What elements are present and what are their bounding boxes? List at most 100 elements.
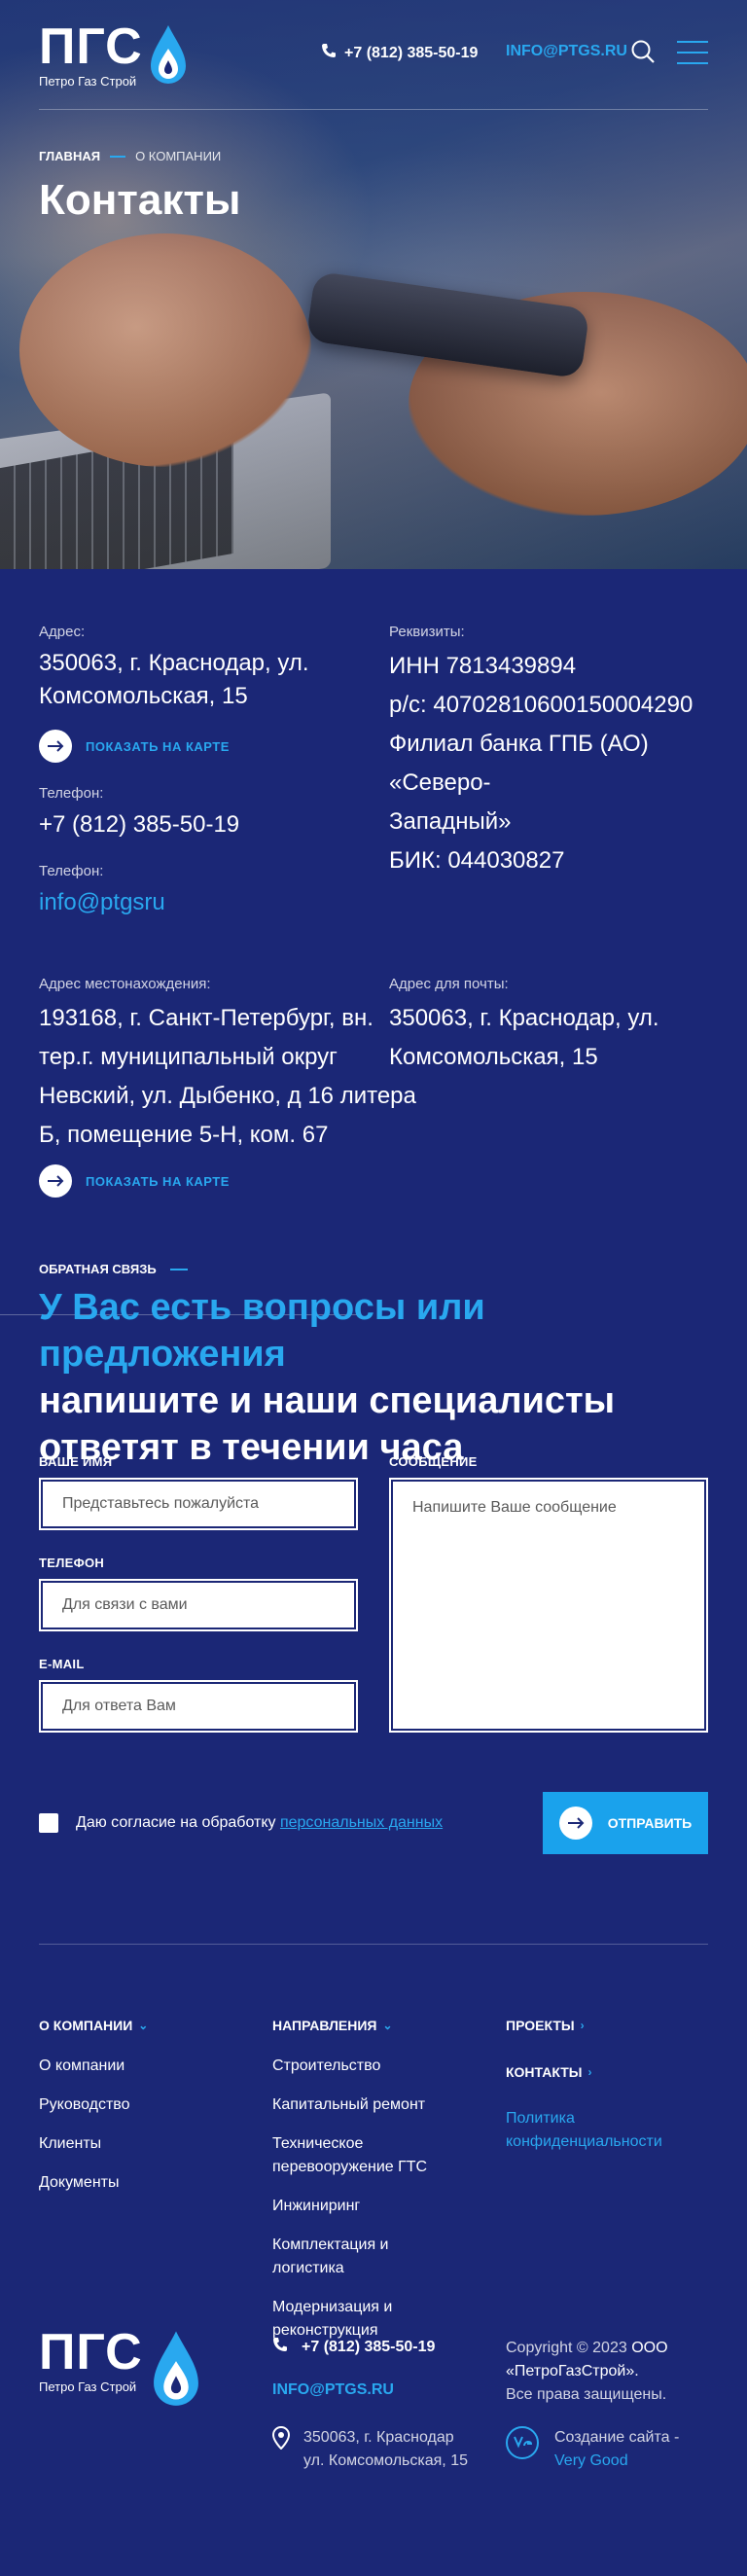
- consent-label: Даю согласие на обработку: [76, 1814, 276, 1831]
- requisites-line: Западный»: [389, 808, 512, 835]
- footer-heading-label: КОНТАКТЫ: [506, 2064, 583, 2080]
- email-input[interactable]: Для ответа Вам: [39, 1680, 358, 1733]
- email-label: E-MAIL: [39, 1657, 85, 1671]
- requisites-line: ИНН 7813439894: [389, 653, 577, 679]
- form-title: У Вас есть вопросы или предложения напиш…: [39, 1284, 700, 1471]
- search-icon[interactable]: [630, 39, 656, 69]
- footer-logo[interactable]: ПГС Петро Газ Строй: [39, 2327, 203, 2415]
- gas-flame-icon: [149, 2329, 203, 2415]
- contact-email[interactable]: info@ptgsru: [39, 886, 165, 919]
- footer-link[interactable]: Документы: [39, 2171, 119, 2195]
- footer-heading-company[interactable]: О КОМПАНИИ ⌄: [39, 2018, 148, 2033]
- footer-heading-label: ПРОЕКТЫ: [506, 2018, 575, 2033]
- requisites-line: р/с: 40702810600150004290: [389, 692, 694, 718]
- name-input[interactable]: Представьтесь пожалуйста: [39, 1478, 358, 1530]
- address-line: Комсомольская, 15: [39, 683, 248, 709]
- breadcrumb: ГЛАВНАЯ О КОМПАНИИ: [39, 149, 221, 163]
- footer-heading-directions[interactable]: НАПРАВЛЕНИЯ ⌄: [272, 2018, 393, 2033]
- copyright: Copyright © 2023 ООО «ПетроГазСтрой». Вс…: [506, 2337, 720, 2407]
- form-title-accent: У Вас есть вопросы или предложения: [39, 1287, 485, 1375]
- footer-address-line: ул. Комсомольская, 15: [303, 2452, 468, 2469]
- phone-icon: [321, 43, 337, 63]
- breadcrumb-current: О КОМПАНИИ: [135, 149, 222, 163]
- map-pin-icon: [271, 2425, 291, 2473]
- footer-link[interactable]: Строительство: [272, 2055, 380, 2078]
- footer-link[interactable]: Клиенты: [39, 2132, 101, 2156]
- site-footer: О КОМПАНИИ ⌄ О компании Руководство Клие…: [0, 1965, 747, 2576]
- form-title-rest: напишите и наши специалисты ответят в те…: [39, 1380, 616, 1468]
- contacts-section: Адрес: 350063, г. Краснодар, ул. Комсомо…: [0, 569, 747, 1315]
- contact-phone[interactable]: +7 (812) 385-50-19: [39, 808, 239, 841]
- logo[interactable]: ПГС Петро Газ Строй: [39, 21, 188, 92]
- developer-label: Создание сайта -: [554, 2429, 680, 2446]
- footer-link[interactable]: Капитальный ремонт: [272, 2093, 425, 2117]
- arrow-right-icon: [39, 1164, 72, 1198]
- breadcrumb-separator: [110, 155, 126, 158]
- header-phone[interactable]: +7 (812) 385-50-19: [321, 43, 478, 63]
- post-address-label: Адрес для почты:: [389, 976, 509, 992]
- header-divider: [39, 109, 708, 110]
- post-address-line: 350063, г. Краснодар, ул.: [389, 1005, 659, 1031]
- footer-divider: [39, 1944, 708, 1945]
- arrow-right-icon: [39, 730, 72, 763]
- consent-row: Даю согласие на обработку персональных д…: [39, 1813, 443, 1833]
- show-on-map-label: ПОКАЗАТЬ НА КАРТЕ: [86, 1173, 230, 1189]
- chevron-down-icon: ⌄: [138, 2019, 149, 2032]
- requisites-line: Филиал банка ГПБ (АО) «Северо-: [389, 731, 649, 796]
- location-line: Б, помещение 5-Н, ком. 67: [39, 1122, 329, 1148]
- footer-link[interactable]: Инжиниринг: [272, 2195, 360, 2218]
- arrow-right-icon: [558, 1807, 592, 1840]
- footer-phone[interactable]: +7 (812) 385-50-19: [272, 2337, 435, 2357]
- logo-caption: Петро Газ Строй: [39, 74, 137, 89]
- menu-icon[interactable]: [677, 41, 708, 64]
- phone-label: Телефон:: [39, 785, 104, 802]
- phone-input[interactable]: Для связи с вами: [39, 1579, 358, 1631]
- message-textarea[interactable]: Напишите Ваше сообщение: [389, 1478, 708, 1733]
- message-label: СООБЩЕНИЕ: [389, 1454, 478, 1469]
- logo-mark: ПГС: [39, 18, 143, 75]
- footer-link[interactable]: Комплектация и логистика: [272, 2234, 418, 2280]
- address-line: 350063, г. Краснодар, ул.: [39, 650, 309, 676]
- copyright-year: Copyright © 2023: [506, 2340, 627, 2356]
- footer-heading-projects[interactable]: ПРОЕКТЫ ›: [506, 2018, 585, 2033]
- personal-data-link[interactable]: персональных данных: [280, 1814, 443, 1831]
- phone-icon: [272, 2337, 288, 2357]
- developer-link[interactable]: Very Good: [554, 2452, 628, 2469]
- very-good-logo-icon: [506, 2426, 539, 2473]
- address-value: 350063, г. Краснодар, ул. Комсомольская,…: [39, 647, 309, 713]
- show-on-map-link[interactable]: ПОКАЗАТЬ НА КАРТЕ: [39, 730, 230, 763]
- footer-heading-label: О КОМПАНИИ: [39, 2018, 133, 2033]
- footer-heading-contacts[interactable]: КОНТАКТЫ ›: [506, 2064, 591, 2080]
- name-label: ВАШЕ ИМЯ: [39, 1454, 113, 1469]
- footer-link[interactable]: Руководство: [39, 2093, 130, 2117]
- requisites-label: Реквизиты:: [389, 624, 465, 640]
- privacy-policy-link[interactable]: Политика конфиденциальности: [506, 2107, 691, 2154]
- logo-caption: Петро Газ Строй: [39, 2379, 137, 2394]
- feedback-tag-label: ОБРАТНАЯ СВЯЗЬ: [39, 1262, 157, 1276]
- chevron-down-icon: ⌄: [382, 2019, 393, 2032]
- footer-email-link[interactable]: INFO@PTGS.RU: [272, 2381, 394, 2399]
- show-on-map-link[interactable]: ПОКАЗАТЬ НА КАРТЕ: [39, 1164, 230, 1198]
- site-header: ПГС Петро Газ Строй +7 (812) 385-50-19 I…: [0, 0, 747, 109]
- show-on-map-label: ПОКАЗАТЬ НА КАРТЕ: [86, 738, 230, 754]
- consent-checkbox[interactable]: [39, 1813, 58, 1833]
- requisites-line: БИК: 044030827: [389, 847, 565, 874]
- footer-link[interactable]: Техническое перевооружение ГТС: [272, 2132, 467, 2179]
- header-email-link[interactable]: INFO@PTGS.RU: [506, 43, 627, 60]
- footer-heading-label: НАПРАВЛЕНИЯ: [272, 2018, 377, 2033]
- page-title: Контакты: [39, 176, 241, 224]
- footer-link[interactable]: О компании: [39, 2055, 124, 2078]
- phone-label: ТЕЛЕФОН: [39, 1556, 105, 1570]
- location-line: 193168, г. Санкт-Петербург, вн.: [39, 1005, 374, 1031]
- developer-credit: Создание сайта - Very Good: [506, 2426, 679, 2473]
- footer-link[interactable]: Модернизация и реконструкция: [272, 2296, 418, 2343]
- send-button[interactable]: ОТПРАВИТЬ: [543, 1792, 708, 1854]
- chevron-right-icon: ›: [587, 2065, 592, 2079]
- hero-section: ПГС Петро Газ Строй +7 (812) 385-50-19 I…: [0, 0, 747, 569]
- email-label: Телефон:: [39, 863, 104, 879]
- location-label: Адрес местонахождения:: [39, 976, 211, 992]
- consent-text: Даю согласие на обработку персональных д…: [76, 1814, 443, 1832]
- post-address-value: 350063, г. Краснодар, ул. Комсомольская,…: [389, 999, 659, 1077]
- breadcrumb-home[interactable]: ГЛАВНАЯ: [39, 149, 100, 163]
- chevron-right-icon: ›: [580, 2019, 585, 2032]
